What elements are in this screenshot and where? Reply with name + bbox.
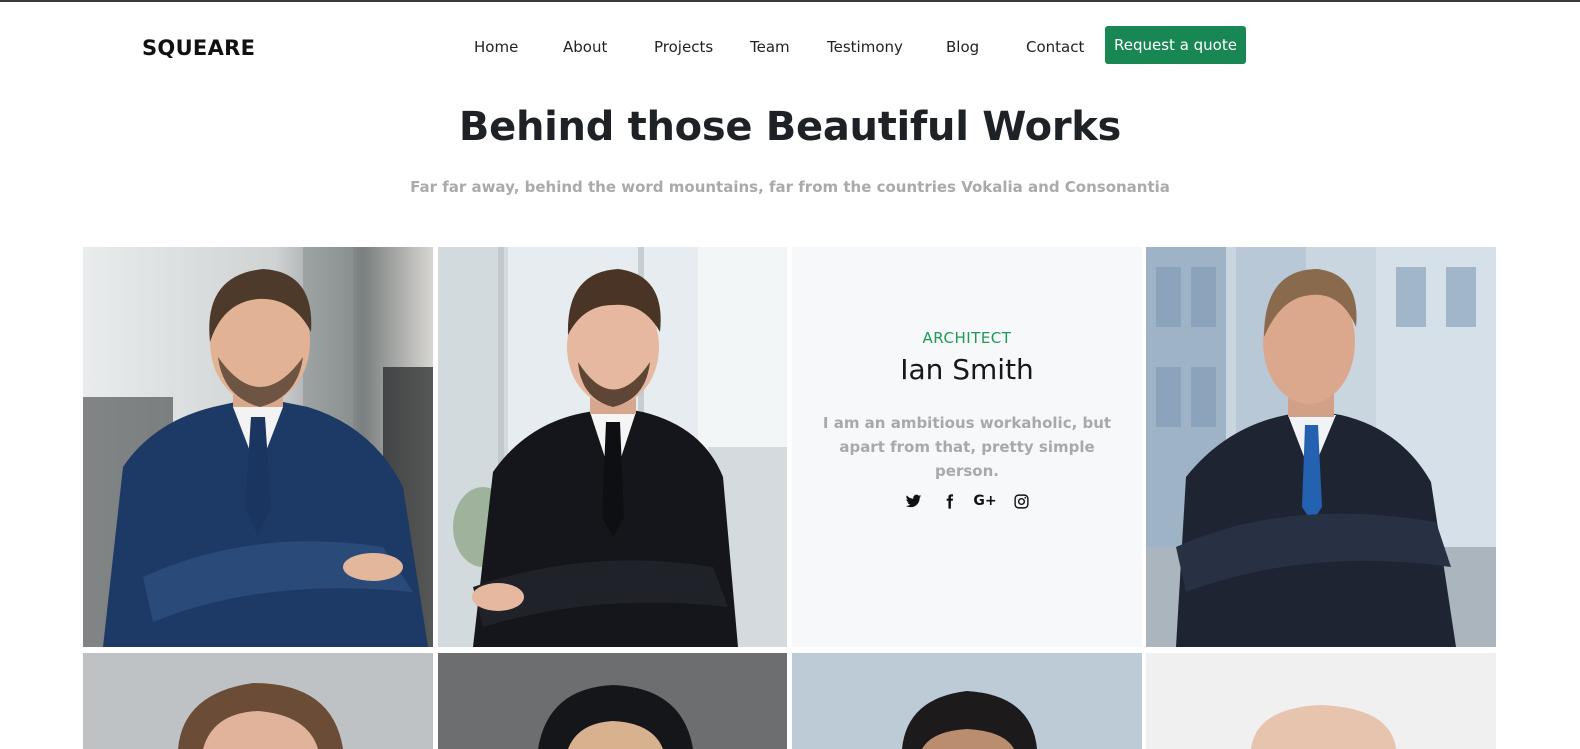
google-plus-icon[interactable]: G+ <box>973 491 996 511</box>
nav-about[interactable]: About <box>563 38 607 56</box>
team-photo-image <box>438 247 787 647</box>
twitter-icon[interactable] <box>903 491 923 511</box>
team-photo-image <box>83 653 433 749</box>
team-photo-image <box>83 247 433 647</box>
team-photo-black-suit[interactable] <box>438 247 787 647</box>
section-subtitle: Far far away, behind the word mountains,… <box>410 178 1170 196</box>
team-member-info-card: ARCHITECT Ian Smith I am an ambitious wo… <box>792 247 1142 647</box>
nav-home[interactable]: Home <box>474 38 518 56</box>
request-quote-button[interactable]: Request a quote <box>1105 26 1246 64</box>
nav-contact[interactable]: Contact <box>1026 38 1084 56</box>
instagram-icon[interactable] <box>1011 491 1031 511</box>
member-social-links: G+ <box>792 491 1142 511</box>
member-role: ARCHITECT <box>922 329 1012 347</box>
team-photo-navy-suit[interactable] <box>83 247 433 647</box>
section-title: Behind those Beautiful Works <box>458 104 1122 150</box>
member-name: Ian Smith <box>900 353 1034 386</box>
nav-projects[interactable]: Projects <box>654 38 713 56</box>
team-photo-older-man[interactable] <box>1146 247 1496 647</box>
team-photo-image <box>792 653 1142 749</box>
team-photo-image <box>1146 653 1496 749</box>
facebook-icon[interactable] <box>939 491 959 511</box>
brand-logo[interactable]: SQUEARE <box>142 36 255 60</box>
team-photo-row2-4[interactable] <box>1146 653 1496 749</box>
team-photo-row2-1[interactable] <box>83 653 433 749</box>
nav-team[interactable]: Team <box>750 38 790 56</box>
top-navbar: SQUEARE Home About Projects Team Testimo… <box>0 2 1580 84</box>
member-bio: I am an ambitious workaholic, but apart … <box>822 414 1112 480</box>
team-photo-image <box>1146 247 1496 647</box>
team-photo-image <box>438 653 787 749</box>
nav-testimony[interactable]: Testimony <box>827 38 903 56</box>
team-photo-row2-2[interactable] <box>438 653 787 749</box>
team-photo-row2-3[interactable] <box>792 653 1142 749</box>
nav-blog[interactable]: Blog <box>946 38 979 56</box>
